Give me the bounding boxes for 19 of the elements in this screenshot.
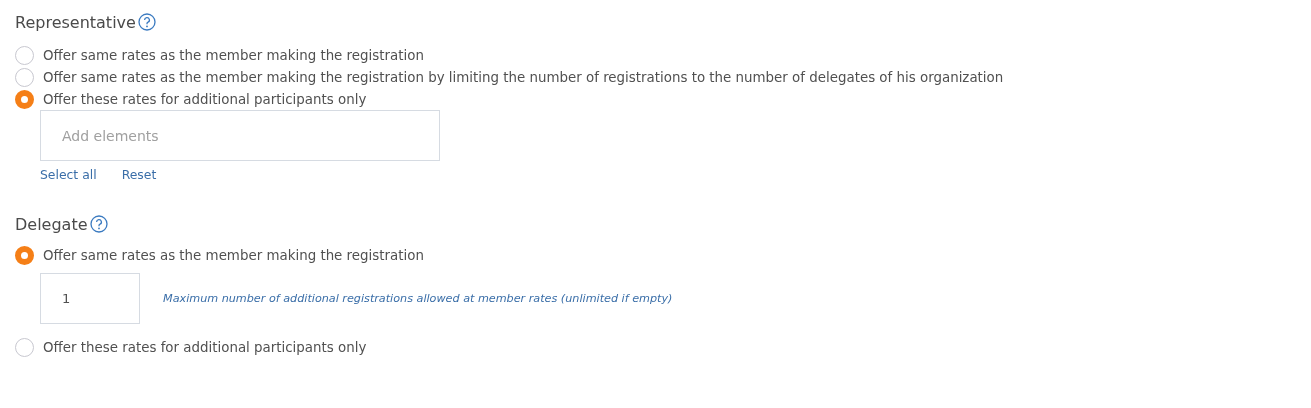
option-label[interactable]: Offer same rates as the member making the registration	[43, 47, 424, 63]
radio-button[interactable]	[15, 89, 34, 109]
option-label[interactable]: Offer same rates as the member making the registration	[43, 247, 424, 263]
section-title: Delegate	[15, 214, 88, 234]
option-label[interactable]: Offer these rates for additional participants only	[43, 339, 367, 355]
option-label[interactable]: Offer these rates for additional participants only	[43, 91, 367, 107]
section-title: Representative	[15, 12, 136, 32]
number-field[interactable]: 1	[40, 273, 140, 324]
radio-button[interactable]	[15, 245, 34, 265]
link[interactable]: Reset	[121, 167, 157, 182]
radio-button[interactable]	[15, 337, 34, 357]
radio-button[interactable]	[15, 67, 34, 87]
help-icon[interactable]	[89, 215, 108, 233]
help-icon[interactable]	[137, 13, 156, 31]
radio-button[interactable]	[15, 45, 34, 65]
option-label[interactable]: Offer same rates as the member making the registration by limiting the number of registrations to the number of delegates of his organization	[43, 69, 1004, 85]
hint-text: Maximum number of additional registrations allowed at member rates (unlimited if empty)	[163, 292, 673, 305]
link[interactable]: Select all	[40, 167, 97, 182]
elements-field[interactable]: Add elements	[40, 110, 440, 161]
